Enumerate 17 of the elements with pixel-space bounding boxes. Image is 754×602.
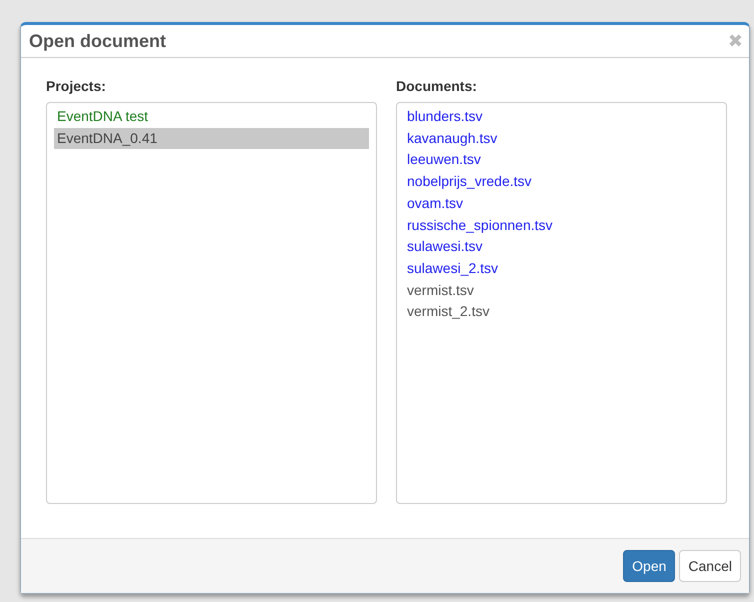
list-label: Projects: bbox=[46, 78, 107, 94]
documents-item[interactable]: nobelprijs_vrede.tsv bbox=[404, 171, 719, 193]
documents-item[interactable]: kavanaugh.tsv bbox=[404, 128, 719, 150]
documents-item[interactable]: vermist.tsv bbox=[404, 280, 719, 302]
documents-item[interactable]: sulawesi.tsv bbox=[404, 236, 719, 258]
documents-item[interactable]: russische_spionnen.tsv bbox=[404, 214, 719, 236]
cancel-button[interactable]: Cancel bbox=[679, 550, 741, 582]
projects-item[interactable]: EventDNA_0.41 bbox=[54, 128, 369, 150]
documents-item[interactable]: sulawesi_2.tsv bbox=[404, 258, 719, 280]
projects-item[interactable]: EventDNA test bbox=[54, 106, 369, 128]
documents-item[interactable]: ovam.tsv bbox=[404, 192, 719, 215]
documents-item[interactable]: blunders.tsv bbox=[404, 106, 719, 128]
documents-item[interactable]: vermist_2.tsv bbox=[404, 301, 719, 324]
dialog-title: Open document bbox=[29, 30, 166, 52]
open-button[interactable]: Open bbox=[623, 550, 676, 582]
documents-item[interactable]: leeuwen.tsv bbox=[404, 149, 719, 172]
list-label: Documents: bbox=[396, 78, 478, 94]
